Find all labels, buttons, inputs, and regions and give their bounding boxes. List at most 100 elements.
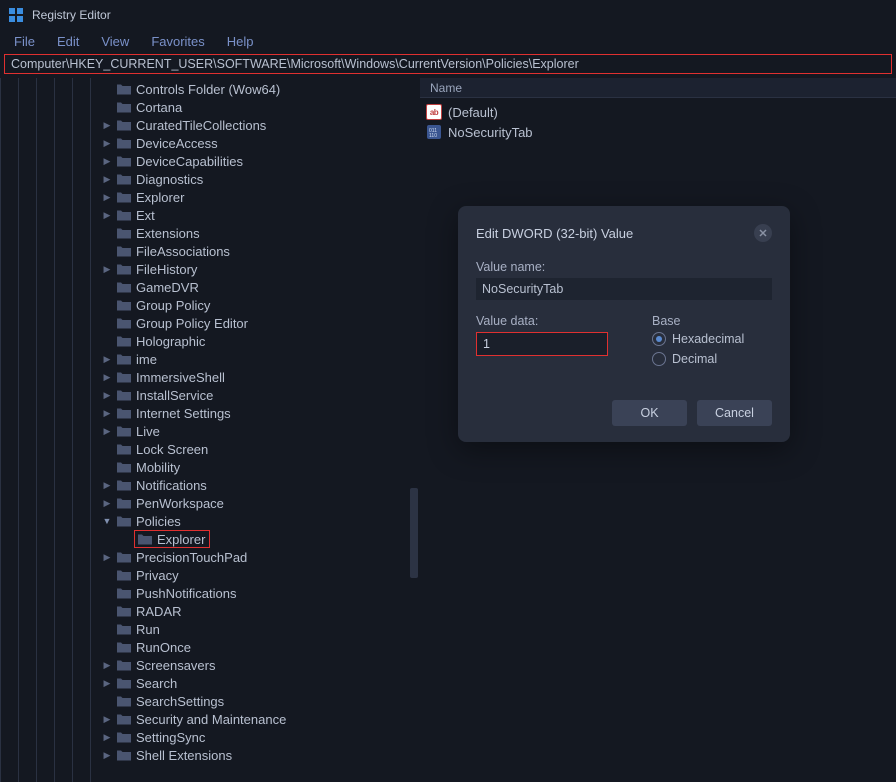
tree-item[interactable]: ▶Live — [102, 422, 420, 440]
radio-decimal[interactable]: Decimal — [652, 352, 772, 366]
tree-item[interactable]: PushNotifications — [102, 584, 420, 602]
chevron-right-icon[interactable] — [102, 300, 112, 310]
menu-edit[interactable]: Edit — [47, 32, 89, 51]
folder-icon — [116, 406, 132, 420]
chevron-right-icon[interactable] — [102, 570, 112, 580]
chevron-right-icon[interactable]: ▶ — [102, 480, 112, 490]
tree-item[interactable]: ▶Diagnostics — [102, 170, 420, 188]
tree-item[interactable]: ▶ime — [102, 350, 420, 368]
tree-item[interactable]: ▶FileHistory — [102, 260, 420, 278]
chevron-right-icon[interactable]: ▶ — [102, 660, 112, 670]
chevron-down-icon[interactable]: ▼ — [102, 516, 112, 526]
chevron-right-icon[interactable] — [120, 534, 130, 544]
chevron-right-icon[interactable]: ▶ — [102, 156, 112, 166]
menu-file[interactable]: File — [4, 32, 45, 51]
chevron-right-icon[interactable]: ▶ — [102, 498, 112, 508]
chevron-right-icon[interactable]: ▶ — [102, 120, 112, 130]
tree-item[interactable]: ▶ImmersiveShell — [102, 368, 420, 386]
chevron-right-icon[interactable] — [102, 336, 112, 346]
ok-button[interactable]: OK — [612, 400, 687, 426]
chevron-right-icon[interactable]: ▶ — [102, 426, 112, 436]
close-icon[interactable] — [754, 224, 772, 242]
folder-icon — [116, 208, 132, 222]
chevron-right-icon[interactable]: ▶ — [102, 138, 112, 148]
address-bar[interactable]: Computer\HKEY_CURRENT_USER\SOFTWARE\Micr… — [4, 54, 892, 74]
chevron-right-icon[interactable] — [102, 606, 112, 616]
tree-item-label: Ext — [136, 208, 155, 223]
menu-view[interactable]: View — [91, 32, 139, 51]
chevron-right-icon[interactable] — [102, 102, 112, 112]
chevron-right-icon[interactable] — [102, 444, 112, 454]
chevron-right-icon[interactable]: ▶ — [102, 552, 112, 562]
column-header-name[interactable]: Name — [420, 78, 896, 98]
tree-item[interactable]: Extensions — [102, 224, 420, 242]
tree-item[interactable]: Group Policy Editor — [102, 314, 420, 332]
radio-hexadecimal[interactable]: Hexadecimal — [652, 332, 772, 346]
chevron-right-icon[interactable] — [102, 84, 112, 94]
value-name-input[interactable] — [476, 278, 772, 300]
radio-hex-label: Hexadecimal — [672, 332, 744, 346]
tree-item[interactable]: ▶Shell Extensions — [102, 746, 420, 764]
tree-item[interactable]: FileAssociations — [102, 242, 420, 260]
tree-item[interactable]: Holographic — [102, 332, 420, 350]
chevron-right-icon[interactable] — [102, 462, 112, 472]
tree-item[interactable]: Cortana — [102, 98, 420, 116]
chevron-right-icon[interactable]: ▶ — [102, 354, 112, 364]
chevron-right-icon[interactable] — [102, 228, 112, 238]
chevron-right-icon[interactable]: ▶ — [102, 174, 112, 184]
tree-item[interactable]: ▶PenWorkspace — [102, 494, 420, 512]
tree-item[interactable]: Group Policy — [102, 296, 420, 314]
chevron-right-icon[interactable] — [102, 318, 112, 328]
tree-item[interactable]: ▶ Ext — [102, 206, 420, 224]
chevron-right-icon[interactable]: ▶ — [102, 264, 112, 274]
chevron-right-icon[interactable]: ▶ — [102, 714, 112, 724]
tree-item[interactable]: GameDVR — [102, 278, 420, 296]
value-row[interactable]: 011110NoSecurityTab — [426, 122, 890, 142]
tree-item[interactable]: ▶Internet Settings — [102, 404, 420, 422]
tree-item[interactable]: RunOnce — [102, 638, 420, 656]
tree-item[interactable]: Run — [102, 620, 420, 638]
tree-item[interactable]: Controls Folder (Wow64) — [102, 80, 420, 98]
value-data-label: Value data: — [476, 314, 636, 328]
folder-icon — [116, 640, 132, 654]
tree-item[interactable]: ▶DeviceCapabilities — [102, 152, 420, 170]
chevron-right-icon[interactable]: ▶ — [102, 678, 112, 688]
tree-item[interactable]: SearchSettings — [102, 692, 420, 710]
tree-item-label: FileAssociations — [136, 244, 230, 259]
menu-help[interactable]: Help — [217, 32, 264, 51]
tree-item[interactable]: ▶InstallService — [102, 386, 420, 404]
tree-item[interactable]: Explorer — [102, 530, 420, 548]
menu-favorites[interactable]: Favorites — [141, 32, 214, 51]
tree-item[interactable]: ▶Screensavers — [102, 656, 420, 674]
tree-item[interactable]: ▶Security and Maintenance — [102, 710, 420, 728]
cancel-button[interactable]: Cancel — [697, 400, 772, 426]
chevron-right-icon[interactable]: ▶ — [102, 408, 112, 418]
chevron-right-icon[interactable]: ▶ — [102, 390, 112, 400]
tree-item[interactable]: ▶PrecisionTouchPad — [102, 548, 420, 566]
tree-item[interactable]: ▶CuratedTileCollections — [102, 116, 420, 134]
chevron-right-icon[interactable] — [102, 696, 112, 706]
scrollbar-thumb[interactable] — [410, 488, 418, 578]
chevron-right-icon[interactable] — [102, 246, 112, 256]
tree-item[interactable]: Lock Screen — [102, 440, 420, 458]
chevron-right-icon[interactable] — [102, 282, 112, 292]
chevron-right-icon[interactable]: ▶ — [102, 192, 112, 202]
chevron-right-icon[interactable] — [102, 624, 112, 634]
tree-item[interactable]: ▼Policies — [102, 512, 420, 530]
tree-item[interactable]: Mobility — [102, 458, 420, 476]
tree-item[interactable]: ▶SettingSync — [102, 728, 420, 746]
tree-item[interactable]: Privacy — [102, 566, 420, 584]
chevron-right-icon[interactable]: ▶ — [102, 732, 112, 742]
chevron-right-icon[interactable]: ▶ — [102, 372, 112, 382]
tree-item[interactable]: RADAR — [102, 602, 420, 620]
chevron-right-icon[interactable]: ▶ — [102, 750, 112, 760]
tree-item[interactable]: ▶Search — [102, 674, 420, 692]
chevron-right-icon[interactable] — [102, 588, 112, 598]
chevron-right-icon[interactable] — [102, 642, 112, 652]
tree-item[interactable]: ▶Notifications — [102, 476, 420, 494]
chevron-right-icon[interactable]: ▶ — [102, 210, 112, 220]
value-data-input[interactable] — [477, 333, 607, 355]
value-row[interactable]: ab(Default) — [426, 102, 890, 122]
tree-item[interactable]: ▶Explorer — [102, 188, 420, 206]
tree-item[interactable]: ▶DeviceAccess — [102, 134, 420, 152]
